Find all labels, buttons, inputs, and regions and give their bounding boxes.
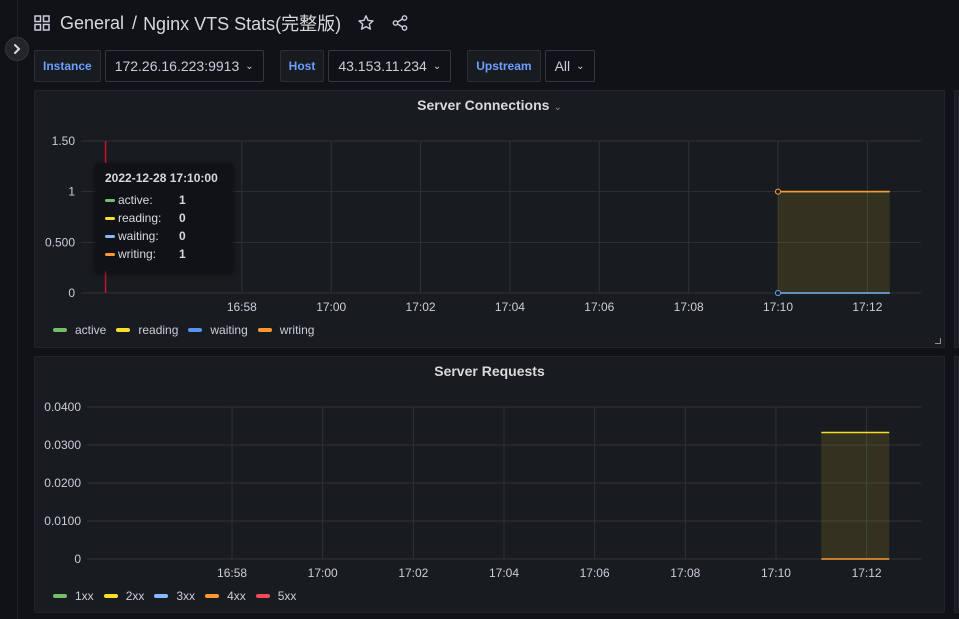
tooltip-row: reading: 0	[105, 209, 223, 227]
legend-item-2xx[interactable]: 2xx	[103, 589, 144, 603]
variable-select-instance[interactable]: 172.26.16.223:9913 ⌄	[104, 50, 264, 82]
x-tick-label: 17:00	[316, 300, 346, 314]
legend-swatch	[116, 328, 131, 332]
y-tick-label: 0.500	[45, 235, 75, 249]
legend-swatch	[255, 594, 270, 598]
legend-item-4xx[interactable]: 4xx	[205, 589, 246, 603]
series-point-waiting	[775, 290, 782, 296]
chevron-down-icon: ⌄	[245, 60, 254, 72]
legend: active reading waiting writing	[53, 323, 324, 337]
x-tick-label: 17:00	[308, 566, 338, 580]
dashboards-grid-icon	[34, 15, 50, 31]
panel-server-requests[interactable]: Server Requests 0 0.0100 0.0200 0.0300 0.040…	[34, 356, 945, 613]
x-tick-label: 16:58	[227, 300, 257, 314]
legend-swatch	[188, 328, 203, 332]
x-tick-label: 17:02	[398, 566, 428, 580]
chevron-right-icon	[14, 44, 21, 54]
legend-swatch	[154, 594, 169, 598]
tooltip-time: 2022-12-28 17:10:00	[105, 171, 218, 185]
x-tick-label: 17:06	[580, 566, 610, 580]
breadcrumb-separator: /	[132, 12, 138, 33]
resize-handle[interactable]	[935, 338, 941, 344]
legend-item-5xx[interactable]: 5xx	[255, 589, 296, 603]
legend-item-1xx[interactable]: 1xx	[53, 589, 94, 603]
x-tick-label: 17:04	[489, 566, 519, 580]
legend-item-writing[interactable]: writing	[257, 323, 314, 337]
x-tick-label: 17:12	[852, 566, 882, 580]
legend: 1xx 2xx 3xx 4xx 5xx	[53, 589, 306, 603]
variable-label-host: Host	[279, 50, 325, 82]
legend-swatch	[257, 328, 272, 332]
breadcrumb-folder[interactable]: General	[60, 13, 124, 34]
x-tick-label: 17:02	[406, 300, 436, 314]
legend-item-waiting[interactable]: waiting	[188, 323, 248, 337]
x-tick-label: 17:06	[584, 300, 614, 314]
legend-item-3xx[interactable]: 3xx	[154, 589, 195, 603]
tooltip-row: waiting: 0	[105, 227, 223, 245]
share-icon[interactable]	[391, 14, 409, 32]
y-tick-label: 1.50	[52, 134, 76, 148]
x-tick-label: 17:10	[761, 566, 791, 580]
panel-edge	[954, 356, 959, 613]
y-tick-label: 0	[74, 552, 81, 566]
chevron-down-icon: ⌄	[576, 60, 585, 72]
dashboard-header: General / Nginx VTS Stats(完整版)	[34, 10, 409, 36]
star-icon[interactable]	[357, 14, 375, 32]
variable-label-upstream: Upstream	[467, 50, 541, 82]
chart-server-requests: 0 0.0100 0.0200 0.0300 0.0400 16:58 17:00 17:02…	[44, 400, 921, 580]
series-area	[821, 432, 890, 559]
variable-value-host: 43.153.11.234	[338, 58, 427, 74]
tooltip-row: active: 1	[105, 191, 223, 209]
x-tick-label: 17:04	[495, 300, 525, 314]
variable-select-upstream[interactable]: All ⌄	[544, 50, 595, 82]
series-point-writing	[775, 188, 782, 195]
legend-item-active[interactable]: active	[53, 323, 106, 337]
variable-value-upstream: All	[554, 58, 571, 74]
y-tick-label: 0.0400	[44, 400, 81, 414]
variables-bar: Instance 172.26.16.223:9913 ⌄ Host 43.15…	[34, 50, 595, 82]
legend-swatch	[53, 594, 67, 598]
chevron-down-icon: ⌄	[432, 60, 442, 72]
x-tick-label: 17:12	[852, 300, 882, 314]
y-tick-label: 0.0100	[44, 514, 81, 528]
expand-sidebar-button[interactable]	[5, 37, 29, 61]
variable-select-host[interactable]: 43.153.11.234 ⌄	[328, 50, 452, 82]
x-tick-label: 16:58	[217, 566, 247, 580]
legend-swatch	[53, 328, 67, 332]
y-tick-label: 0.0300	[44, 438, 81, 452]
panel-edge	[954, 90, 959, 348]
y-tick-label: 0	[68, 286, 75, 300]
tooltip-row: writing: 1	[105, 245, 223, 263]
y-tick-label: 0.0200	[44, 476, 81, 490]
series-area	[778, 191, 890, 293]
x-tick-label: 17:08	[670, 566, 700, 580]
variable-value-instance: 172.26.16.223:9913	[114, 58, 240, 74]
legend-swatch	[205, 594, 220, 598]
y-tick-label: 1	[68, 185, 75, 199]
sidebar-strip	[0, 0, 18, 619]
x-tick-label: 17:08	[674, 300, 704, 314]
dashboard-title[interactable]: Nginx VTS Stats(完整版)	[143, 10, 341, 36]
x-tick-label: 17:10	[763, 300, 793, 314]
legend-swatch	[103, 594, 118, 598]
legend-item-reading[interactable]: reading	[116, 323, 178, 337]
chart-tooltip: 2022-12-28 17:10:00 active: 1 reading: 0 w…	[95, 163, 233, 271]
variable-label-instance: Instance	[34, 50, 101, 82]
